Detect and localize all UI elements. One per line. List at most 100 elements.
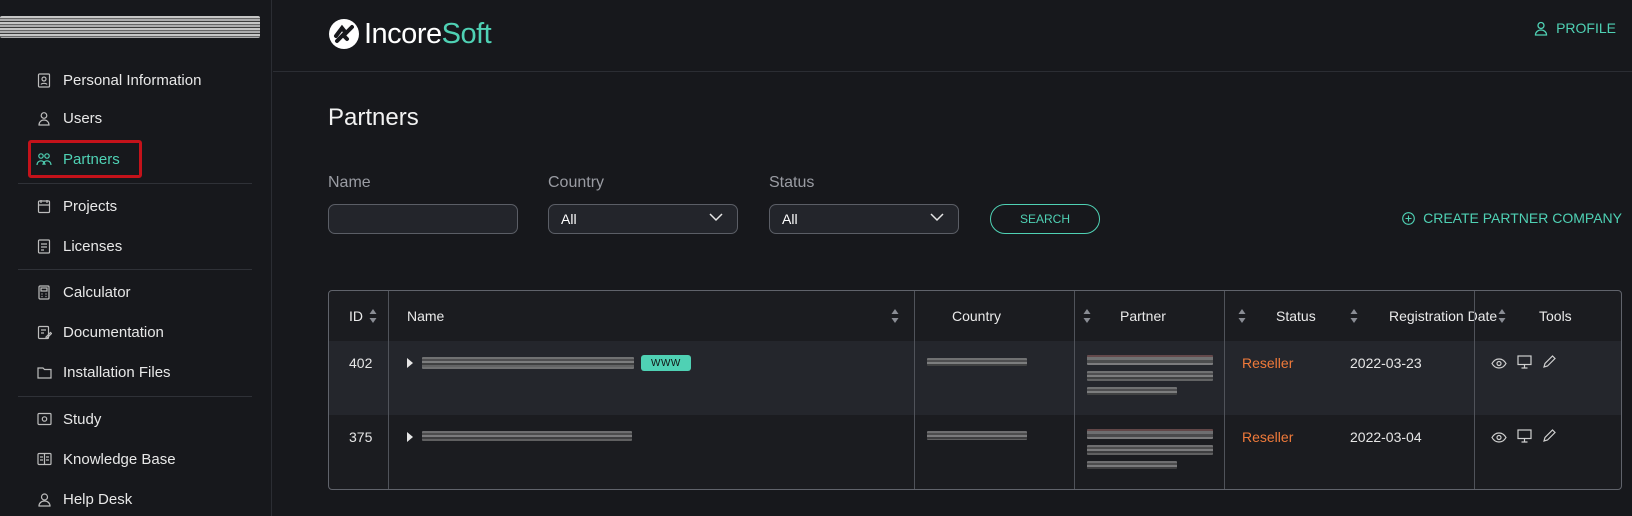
sidebar-item-installation-files[interactable]: Installation Files (36, 357, 171, 387)
sidebar-item-label: Help Desk (63, 490, 133, 508)
chevron-down-icon (709, 213, 723, 222)
create-partner-company-label: CREATE PARTNER COMPANY (1423, 210, 1622, 226)
column-header-name[interactable]: Name (407, 291, 444, 341)
www-badge[interactable]: WWW (641, 355, 691, 371)
sidebar-item-users[interactable]: Users (36, 103, 102, 133)
sidebar-item-partners[interactable]: Partners (36, 144, 120, 174)
sort-icon[interactable] (891, 308, 899, 324)
sort-icon[interactable] (1350, 308, 1358, 324)
calculator-icon (36, 284, 52, 300)
sidebar-item-personal-information[interactable]: Personal Information (36, 65, 201, 95)
logo-mark-icon (329, 19, 359, 49)
sidebar-item-label: Partners (63, 150, 120, 168)
plus-circle-icon (1402, 211, 1415, 225)
country-filter-label: Country (548, 174, 605, 191)
document-edit-icon (36, 324, 52, 340)
table-row[interactable]: 375 Reseller 2022-03-04 (329, 415, 1621, 489)
projects-icon (36, 198, 52, 214)
user-banner-redacted (0, 16, 260, 38)
view-eye-icon[interactable] (1491, 432, 1507, 443)
id-card-icon (36, 72, 52, 88)
cell-id: 375 (349, 429, 373, 445)
column-header-partner[interactable]: Partner (1120, 291, 1166, 341)
sidebar-item-documentation[interactable]: Documentation (36, 317, 164, 347)
country-select[interactable]: All (548, 204, 738, 234)
partner-redacted (1087, 461, 1177, 469)
user-icon (1534, 21, 1548, 36)
user-icon (36, 110, 52, 126)
divider (18, 269, 252, 270)
sidebar-item-help-desk[interactable]: Help Desk (36, 484, 132, 514)
sidebar-item-study[interactable]: Study (36, 404, 101, 434)
profile-button[interactable]: PROFILE (1534, 20, 1616, 36)
column-divider (914, 291, 915, 489)
sidebar-item-label: Knowledge Base (63, 450, 176, 468)
column-header-id[interactable]: ID (349, 291, 363, 341)
sort-icon[interactable] (369, 308, 377, 324)
column-divider (1224, 291, 1225, 489)
sort-icon[interactable] (1238, 308, 1246, 324)
sort-icon[interactable] (1083, 308, 1091, 324)
edit-pencil-icon[interactable] (1542, 428, 1556, 443)
country-select-value: All (561, 211, 577, 227)
sidebar-item-label: Documentation (63, 323, 164, 341)
country-redacted (927, 431, 1027, 440)
status-select-value: All (782, 211, 798, 227)
registration-date: 2022-03-04 (1350, 429, 1422, 445)
partner-redacted (1087, 387, 1177, 395)
help-desk-icon (36, 491, 52, 507)
top-header: IncoreSoft PROFILE (273, 0, 1632, 72)
column-divider (388, 291, 389, 489)
partner-name-redacted[interactable] (422, 431, 632, 441)
column-header-country[interactable]: Country (952, 291, 1001, 341)
sidebar-item-calculator[interactable]: Calculator (36, 277, 131, 307)
chevron-down-icon (930, 213, 944, 222)
sidebar-item-label: Calculator (63, 283, 131, 301)
sidebar-item-label: Users (63, 109, 103, 127)
expand-row-icon[interactable] (407, 432, 413, 442)
profile-label: PROFILE (1556, 20, 1616, 36)
study-icon (36, 411, 52, 427)
sidebar-item-licenses[interactable]: Licenses (36, 231, 122, 261)
expand-row-icon[interactable] (407, 358, 413, 368)
edit-pencil-icon[interactable] (1542, 354, 1556, 369)
status-filter-label: Status (769, 174, 815, 191)
page-title: Partners (328, 104, 419, 131)
name-filter-input[interactable] (328, 204, 518, 234)
sidebar-item-knowledge-base[interactable]: Knowledge Base (36, 444, 176, 474)
create-partner-company-button[interactable]: CREATE PARTNER COMPANY (1402, 210, 1622, 226)
partner-redacted (1087, 371, 1213, 381)
monitor-icon[interactable] (1517, 429, 1532, 443)
folder-icon (36, 364, 52, 380)
book-icon (36, 451, 52, 467)
partners-icon (36, 151, 52, 167)
column-header-status[interactable]: Status (1276, 291, 1316, 341)
sort-icon[interactable] (1498, 308, 1506, 324)
divider (18, 396, 252, 397)
column-header-registration-date[interactable]: Registration Date (1389, 291, 1497, 341)
sidebar-item-label: Study (63, 410, 102, 428)
column-divider (1074, 291, 1075, 489)
table-row[interactable]: 402 WWW Reseller 2022-03-23 (329, 341, 1621, 415)
sidebar: Personal Information Users Partners Proj… (0, 0, 272, 516)
monitor-icon[interactable] (1517, 355, 1532, 369)
cell-id: 402 (349, 355, 373, 371)
partner-redacted (1087, 355, 1213, 365)
status-badge: Reseller (1242, 429, 1294, 445)
license-icon (36, 238, 52, 254)
status-badge: Reseller (1242, 355, 1294, 371)
sidebar-item-label: Personal Information (63, 71, 202, 89)
partner-redacted (1087, 445, 1213, 455)
name-filter-label: Name (328, 174, 371, 191)
sidebar-item-projects[interactable]: Projects (36, 191, 117, 221)
sidebar-item-label: Installation Files (63, 363, 171, 381)
partner-name-redacted[interactable] (422, 357, 634, 369)
column-header-tools: Tools (1539, 308, 1572, 324)
divider (18, 183, 252, 184)
sidebar-item-label: Projects (63, 197, 118, 215)
status-select[interactable]: All (769, 204, 959, 234)
search-button[interactable]: SEARCH (990, 204, 1100, 234)
view-eye-icon[interactable] (1491, 358, 1507, 369)
country-redacted (927, 358, 1027, 366)
logo[interactable]: IncoreSoft (327, 17, 492, 51)
